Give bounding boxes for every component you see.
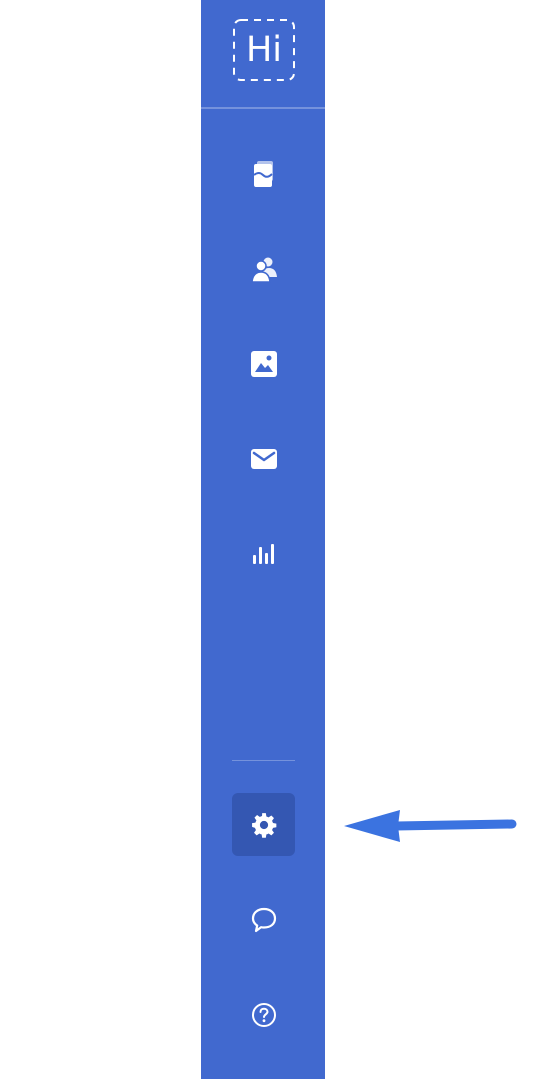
logo-text: Hi — [245, 30, 283, 70]
sidebar-item-settings[interactable] — [232, 793, 295, 856]
chat-bubble-icon — [251, 907, 276, 932]
document-icon — [252, 160, 273, 187]
mail-icon — [250, 448, 277, 469]
image-icon — [250, 350, 277, 377]
annotation-arrow-icon — [344, 810, 517, 842]
sidebar-item-contacts[interactable] — [232, 237, 295, 300]
sidebar-item-help[interactable] — [232, 983, 295, 1046]
sidebar: Hi — [201, 0, 325, 1079]
sidebar-item-media[interactable] — [232, 332, 295, 395]
logo[interactable]: Hi — [232, 18, 296, 82]
sidebar-item-analytics[interactable] — [232, 522, 295, 585]
gear-icon — [251, 812, 276, 838]
sidebar-item-feedback[interactable] — [232, 888, 295, 951]
chart-icon — [252, 543, 274, 564]
users-icon — [250, 257, 277, 283]
sidebar-item-email[interactable] — [232, 427, 295, 490]
sidebar-item-pages[interactable] — [232, 142, 295, 205]
help-icon — [251, 1002, 276, 1027]
sidebar-divider — [201, 107, 325, 109]
sidebar-bottom-divider — [232, 760, 295, 761]
